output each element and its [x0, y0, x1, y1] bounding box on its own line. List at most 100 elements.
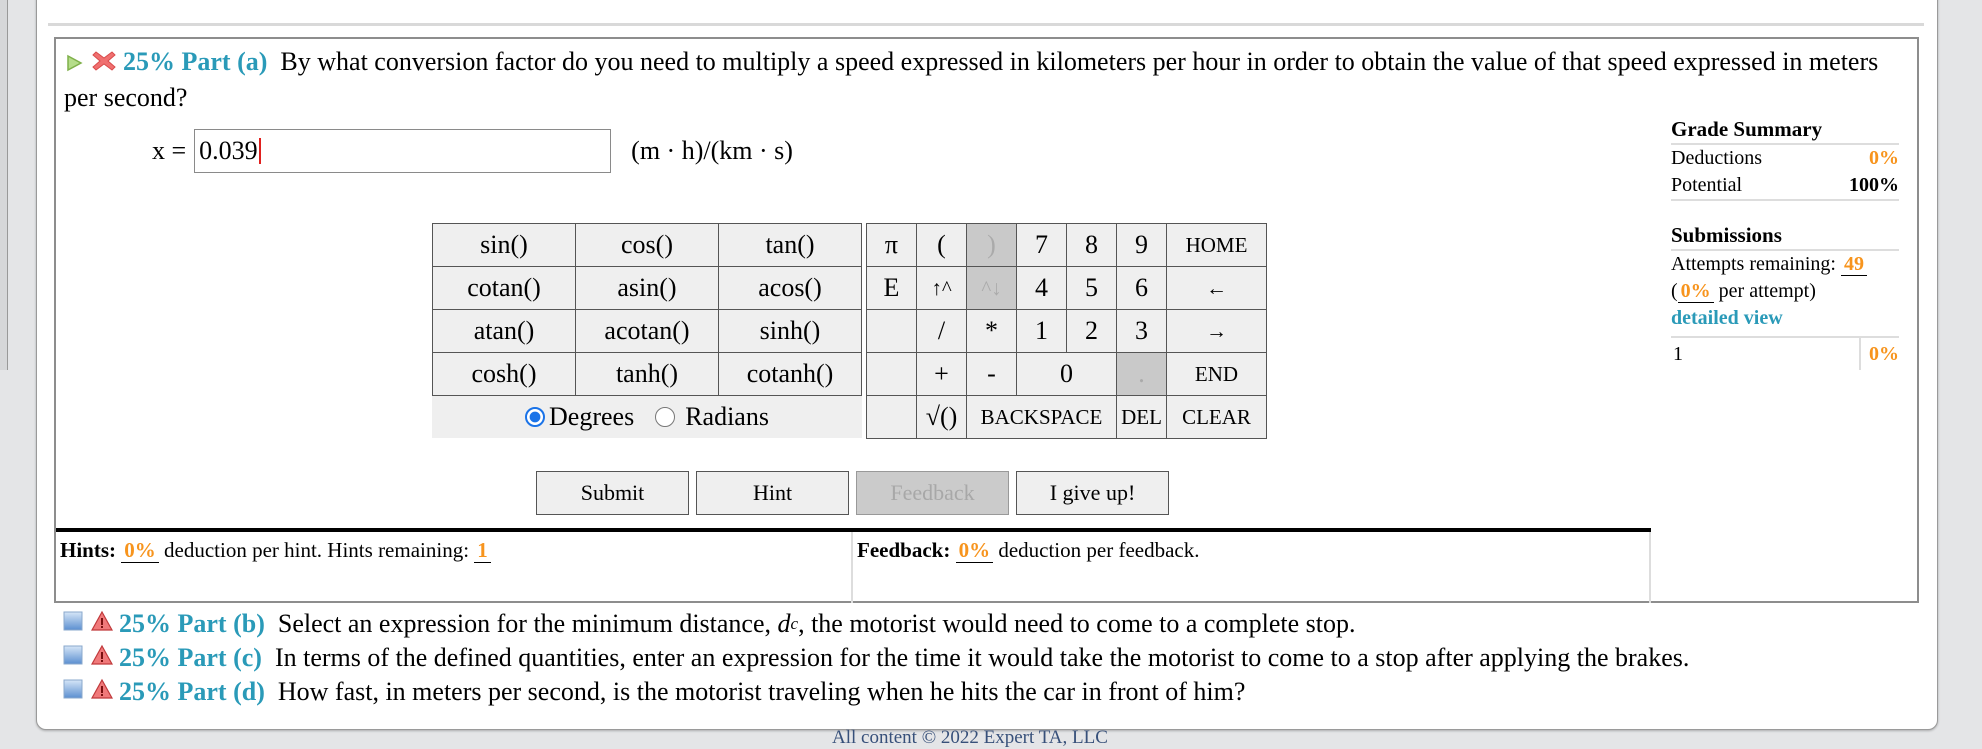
part-a-question: By what conversion factor do you need to…: [64, 47, 1879, 112]
incorrect-x-icon: [91, 48, 117, 81]
key-5[interactable]: 5: [1066, 266, 1117, 310]
part-d-label: Part (d): [177, 677, 265, 706]
fn-acotan[interactable]: acotan(): [575, 309, 719, 353]
hint-button[interactable]: Hint: [696, 471, 849, 515]
key-caret-down[interactable]: ^↓: [966, 266, 1017, 310]
key-end[interactable]: END: [1166, 352, 1267, 396]
hints-text: deduction per hint. Hints remaining:: [164, 538, 470, 562]
part-a-weight: 25%: [123, 47, 175, 76]
expand-arrow-icon[interactable]: [64, 48, 84, 81]
key-home[interactable]: HOME: [1166, 223, 1267, 267]
key-7[interactable]: 7: [1016, 223, 1067, 267]
give-up-button[interactable]: I give up!: [1016, 471, 1169, 515]
key-left-arrow[interactable]: ←: [1166, 266, 1267, 310]
fn-cotan[interactable]: cotan(): [432, 266, 576, 310]
part-b-var: d: [777, 609, 791, 638]
key-close-paren[interactable]: ): [966, 223, 1017, 267]
submissions-section: Submissions Attempts remaining: 49 (0% p…: [1671, 223, 1899, 370]
answer-value: 0.039: [199, 136, 258, 165]
answer-row: x = 0.039 (m · h)/(km · s): [152, 129, 793, 173]
fn-cotanh[interactable]: cotanh(): [718, 352, 862, 396]
part-d-row[interactable]: 25% Part (d) How fast, in meters per sec…: [62, 675, 1689, 709]
key-9[interactable]: 9: [1116, 223, 1167, 267]
part-a-label: Part (a): [181, 47, 268, 76]
degrees-label: Degrees: [549, 401, 635, 431]
text-caret: [258, 138, 261, 164]
part-c-label: Part (c): [177, 643, 262, 672]
attempts-line: Attempts remaining: 49 (0% per attempt) …: [1671, 251, 1899, 332]
key-dot[interactable]: .: [1116, 352, 1167, 396]
answer-units: (m · h)/(km · s): [631, 136, 793, 165]
key-plus[interactable]: +: [916, 352, 967, 396]
key-4[interactable]: 4: [1016, 266, 1067, 310]
fn-cos[interactable]: cos(): [575, 223, 719, 267]
attempts-label: Attempts remaining:: [1671, 253, 1836, 275]
part-b-row[interactable]: 25% Part (b) Select an expression for th…: [62, 607, 1689, 641]
key-e[interactable]: E: [866, 266, 917, 310]
part-b-question-end: , the motorist would need to come to a c…: [798, 609, 1356, 638]
deductions-label: Deductions: [1671, 147, 1763, 169]
key-backspace[interactable]: BACKSPACE: [966, 395, 1117, 439]
fn-tanh[interactable]: tanh(): [575, 352, 719, 396]
fn-atan[interactable]: atan(): [432, 309, 576, 353]
key-right-arrow[interactable]: →: [1166, 309, 1267, 353]
submission-number: 1: [1673, 342, 1683, 365]
key-8[interactable]: 8: [1066, 223, 1117, 267]
part-b-weight: 25%: [119, 609, 171, 638]
feedback-label: Feedback:: [857, 538, 951, 562]
other-parts-list: 25% Part (b) Select an expression for th…: [62, 607, 1689, 709]
part-c-row[interactable]: 25% Part (c) In terms of the defined qua…: [62, 641, 1689, 675]
part-c-question: In terms of the defined quantities, ente…: [274, 643, 1690, 672]
part-a-section: 25% Part (a) By what conversion factor d…: [54, 37, 1919, 603]
key-open-paren[interactable]: (: [916, 223, 967, 267]
degrees-radio[interactable]: [525, 406, 546, 427]
key-divide[interactable]: /: [916, 309, 967, 353]
key-2[interactable]: 2: [1066, 309, 1117, 353]
function-keypad: sin() cos() tan() cotan() asin() acos() …: [432, 223, 862, 438]
detailed-view-link[interactable]: detailed view: [1671, 307, 1783, 329]
part-b-question: Select an expression for the minimum dis…: [277, 609, 772, 638]
fn-tan[interactable]: tan(): [718, 223, 862, 267]
top-band: [48, 0, 1924, 26]
feedback-deduction: 0%: [955, 538, 994, 563]
key-minus[interactable]: -: [966, 352, 1017, 396]
key-clear[interactable]: CLEAR: [1166, 395, 1267, 439]
key-1[interactable]: 1: [1016, 309, 1067, 353]
key-pi[interactable]: π: [866, 223, 917, 267]
per-attempt-deduction: 0%: [1677, 280, 1714, 303]
collapsed-box-icon[interactable]: [62, 641, 84, 675]
submission-row: 1 0%: [1671, 336, 1899, 370]
fn-acos[interactable]: acos(): [718, 266, 862, 310]
key-multiply[interactable]: *: [966, 309, 1017, 353]
submit-button[interactable]: Submit: [536, 471, 689, 515]
key-sqrt[interactable]: √(): [916, 395, 967, 439]
radians-radio[interactable]: [654, 406, 675, 427]
fn-sin[interactable]: sin(): [432, 223, 576, 267]
key-up-caret[interactable]: ↑^: [916, 266, 967, 310]
part-d-question: How fast, in meters per second, is the m…: [277, 677, 1246, 706]
fn-asin[interactable]: asin(): [575, 266, 719, 310]
part-c-weight: 25%: [119, 643, 171, 672]
submissions-title: Submissions: [1671, 223, 1899, 251]
potential-row: Potential 100%: [1671, 172, 1899, 201]
key-del[interactable]: DEL: [1116, 395, 1167, 439]
fn-cosh[interactable]: cosh(): [432, 352, 576, 396]
key-0[interactable]: 0: [1016, 352, 1117, 396]
hints-label: Hints:: [60, 538, 117, 562]
grade-summary: Grade Summary Deductions 0% Potential 10…: [1671, 117, 1899, 370]
answer-input[interactable]: 0.039: [194, 129, 612, 173]
feedback-text: deduction per feedback.: [998, 538, 1200, 562]
collapsed-box-icon[interactable]: [62, 607, 84, 641]
key-6[interactable]: 6: [1116, 266, 1167, 310]
key-3[interactable]: 3: [1116, 309, 1167, 353]
potential-label: Potential: [1671, 174, 1743, 196]
deductions-value: 0%: [1869, 147, 1899, 169]
hints-remaining: 1: [474, 538, 491, 563]
key-blank-1: [866, 309, 917, 353]
copyright-footer: All content © 2022 Expert TA, LLC: [832, 727, 1108, 748]
fn-sinh[interactable]: sinh(): [718, 309, 862, 353]
part-a-title: 25% Part (a) By what conversion factor d…: [64, 45, 1884, 114]
submission-score: 0%: [1859, 338, 1899, 370]
angle-mode-row: Degrees Radians: [432, 395, 862, 438]
collapsed-box-icon[interactable]: [62, 675, 84, 709]
